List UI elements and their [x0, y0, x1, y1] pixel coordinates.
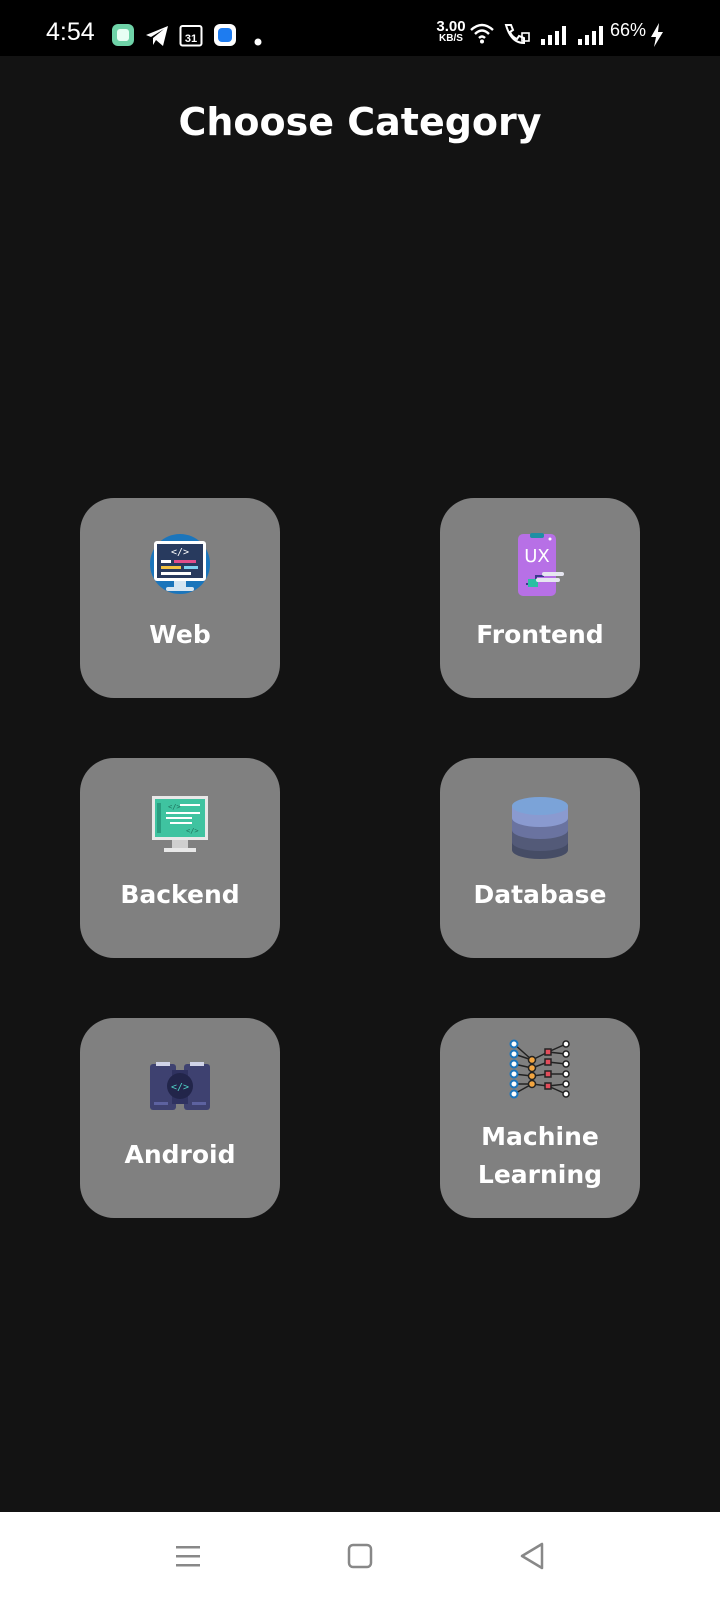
category-card-machine-learning[interactable]: Machine Learning	[440, 1018, 640, 1218]
web-code-monitor-icon: </>	[146, 532, 214, 600]
charging-bolt-icon	[650, 23, 664, 51]
app-notification-icon	[111, 23, 135, 51]
category-label-frontend: Frontend	[476, 620, 604, 649]
category-label-machine-learning-line1: Machine	[481, 1122, 599, 1151]
signal-sim2-icon	[577, 24, 607, 50]
category-label-web: Web	[149, 620, 211, 649]
category-card-android[interactable]: </> Android	[80, 1018, 280, 1218]
signal-sim1-icon	[540, 24, 570, 50]
back-triangle-icon[interactable]	[514, 1538, 550, 1574]
category-card-web[interactable]: </> Web	[80, 498, 280, 698]
calendar-icon: 31	[179, 23, 203, 51]
category-label-backend: Backend	[120, 880, 240, 909]
svg-text:31: 31	[185, 33, 197, 45]
svg-text:</>: </>	[171, 547, 189, 558]
more-notifications-dot-icon	[254, 31, 262, 50]
category-label-machine-learning: Machine Learning	[440, 1118, 640, 1194]
battery-percent: 66%	[610, 20, 647, 40]
code-monitor-icon: </> </>	[146, 792, 214, 860]
menu-icon[interactable]	[170, 1538, 206, 1574]
database-stack-icon	[506, 792, 574, 860]
volte-call-icon	[503, 22, 531, 50]
android-code-icon: </>	[146, 1052, 214, 1120]
telegram-icon	[145, 25, 169, 51]
category-card-frontend[interactable]: UX Frontend	[440, 498, 640, 698]
system-nav-bar	[0, 1512, 720, 1600]
category-label-android: Android	[124, 1140, 236, 1169]
net-speed-value: 3.00	[436, 18, 466, 35]
category-card-backend[interactable]: </> </> Backend	[80, 758, 280, 958]
status-bar: 4:54 31 3.00 KB/S 66%	[0, 0, 720, 56]
svg-text:</>: </>	[186, 827, 199, 835]
app-blue-icon	[213, 23, 237, 51]
neural-network-icon	[506, 1038, 574, 1106]
category-card-database[interactable]: Database	[440, 758, 640, 958]
svg-text:UX: UX	[524, 546, 550, 567]
category-label-database: Database	[473, 880, 607, 909]
svg-text:</>: </>	[171, 1082, 189, 1093]
net-speed: 3.00 KB/S	[433, 18, 469, 45]
wifi-icon	[469, 22, 495, 48]
page-title: Choose Category	[178, 100, 542, 144]
status-time: 4:54	[46, 18, 95, 46]
ux-phone-icon: UX	[506, 532, 574, 600]
svg-text:</>: </>	[168, 803, 181, 811]
home-square-icon[interactable]	[342, 1538, 378, 1574]
category-label-machine-learning-line2: Learning	[477, 1160, 603, 1189]
